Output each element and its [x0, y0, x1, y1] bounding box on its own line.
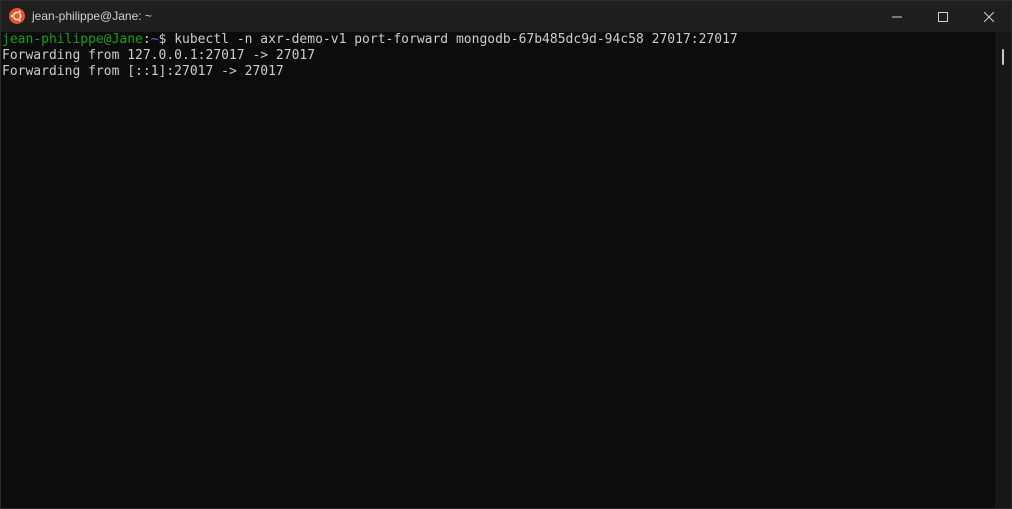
minimize-icon	[892, 16, 902, 17]
command-line: jean-philippe@Jane:~$ kubectl -n axr-dem…	[2, 32, 995, 48]
prompt-path: ~	[150, 32, 159, 47]
prompt-user-host: jean-philippe@Jane	[2, 32, 143, 47]
scrollbar-thumb[interactable]	[1002, 49, 1004, 65]
vertical-scrollbar[interactable]	[995, 32, 1011, 508]
maximize-button[interactable]	[920, 1, 966, 32]
command-text: kubectl -n axr-demo-v1 port-forward mong…	[174, 32, 738, 47]
output-line: Forwarding from [::1]:27017 -> 27017	[2, 64, 284, 79]
close-button[interactable]	[966, 1, 1011, 32]
prompt-symbol: $	[158, 32, 175, 47]
maximize-icon	[938, 11, 948, 22]
output-line: Forwarding from 127.0.0.1:27017 -> 27017	[2, 48, 316, 63]
minimize-button[interactable]	[874, 1, 920, 32]
terminal-content[interactable]: jean-philippe@Jane:~$ kubectl -n axr-dem…	[1, 32, 995, 508]
close-icon	[984, 11, 994, 22]
prompt-separator: :	[142, 32, 151, 47]
terminal-window: jean-philippe@Jane: ~ jean-philippe@Jane…	[0, 0, 1012, 509]
ubuntu-logo-icon	[9, 8, 25, 24]
window-title: jean-philippe@Jane: ~	[32, 9, 152, 23]
title-bar[interactable]: jean-philippe@Jane: ~	[1, 1, 1011, 32]
